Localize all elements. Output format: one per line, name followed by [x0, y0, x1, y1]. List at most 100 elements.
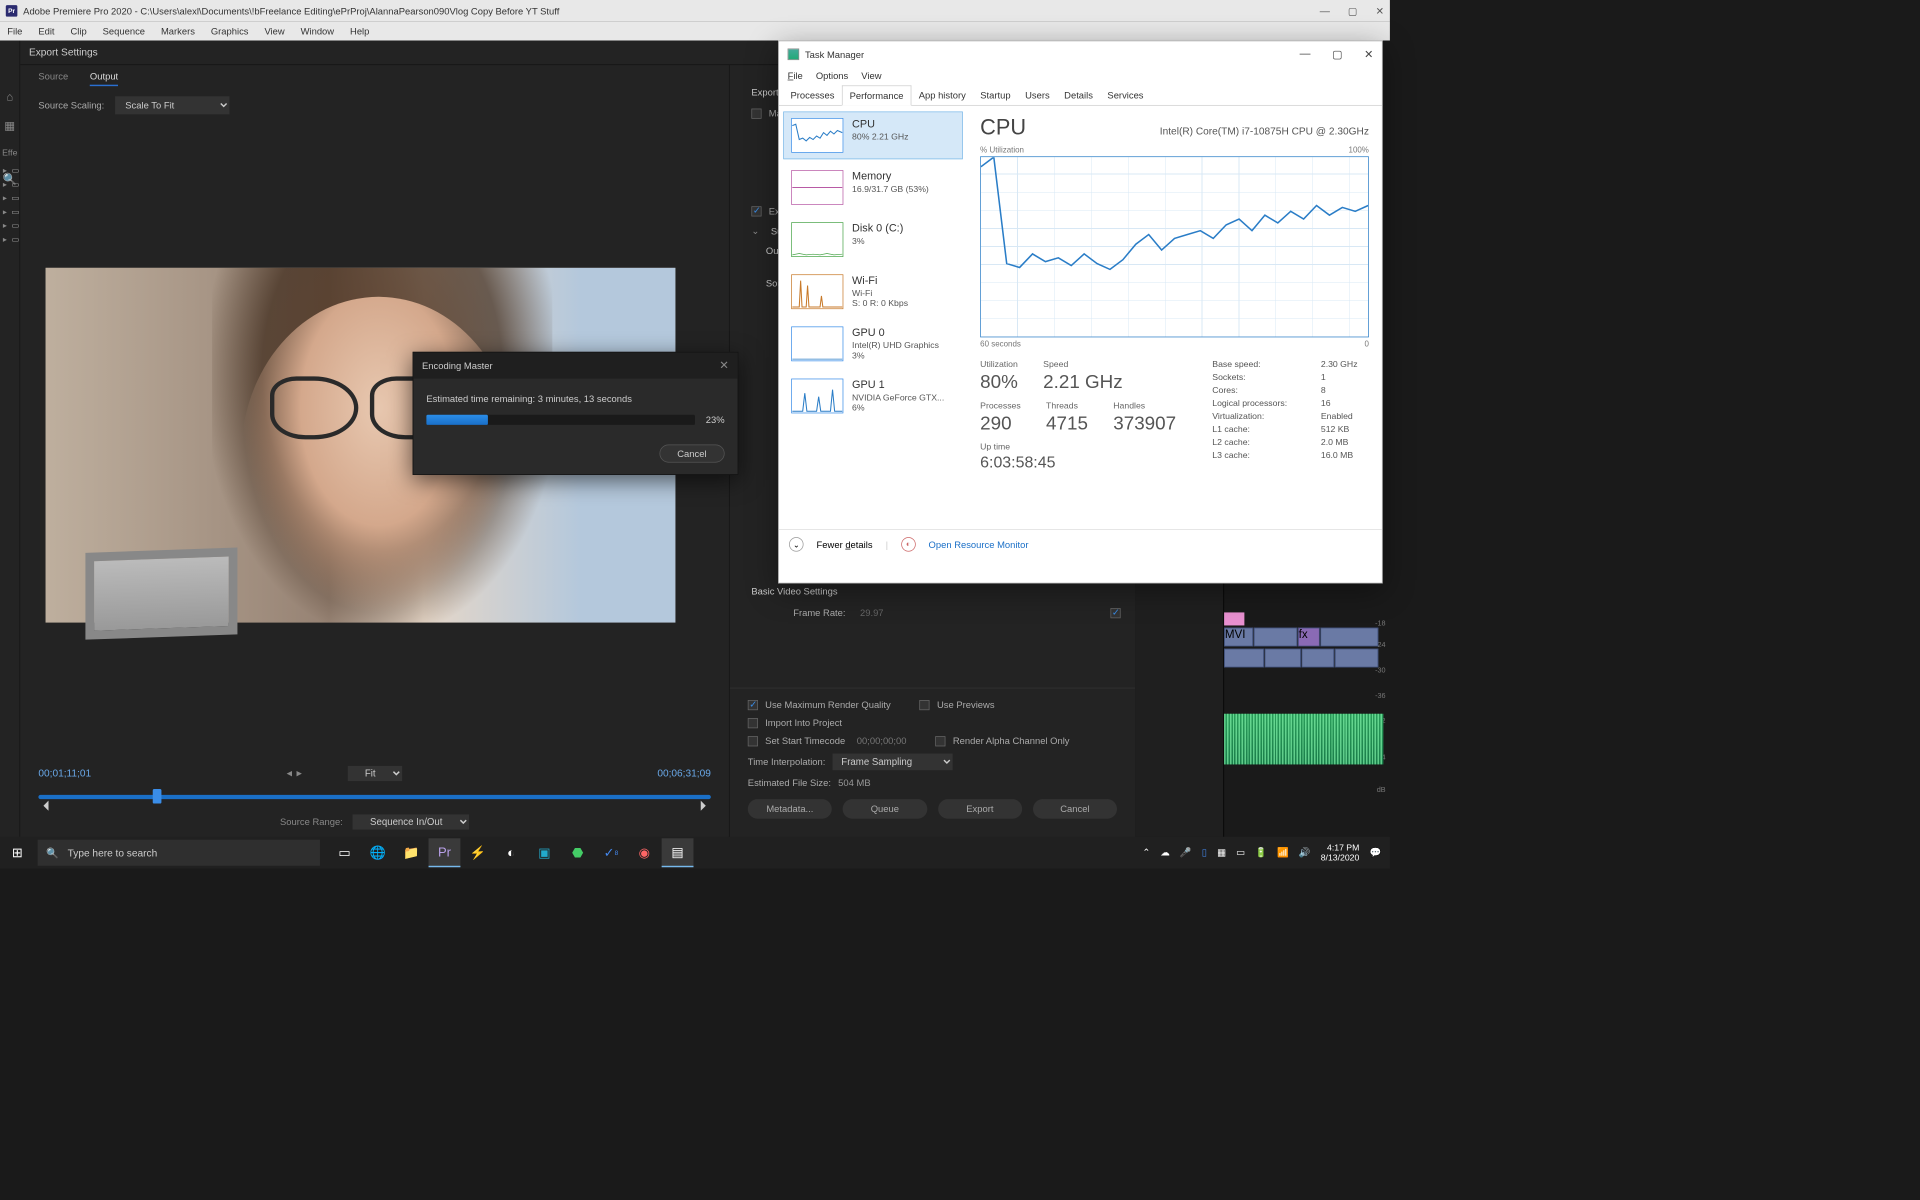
import-project-check[interactable]	[748, 718, 758, 728]
tray-icon-1[interactable]: 🎤	[1180, 847, 1192, 859]
tm-side-cpu[interactable]: CPU80% 2.21 GHz	[783, 111, 963, 159]
premiere-taskbar-icon[interactable]: Pr	[429, 838, 461, 867]
app-icon-4[interactable]: ⬣	[562, 838, 594, 867]
open-resource-monitor[interactable]: Open Resource Monitor	[929, 539, 1029, 550]
source-scaling-label: Source Scaling:	[38, 100, 104, 111]
tm-menu-file[interactable]: File	[788, 70, 803, 81]
battery-icon[interactable]: 🔋	[1255, 847, 1267, 859]
taskmgr-taskbar-icon[interactable]: ▤	[662, 838, 694, 867]
taskbar-search[interactable]: 🔍 Type here to search	[38, 840, 320, 866]
task-view-icon[interactable]: ▭	[329, 838, 361, 867]
menu-edit[interactable]: Edit	[38, 26, 54, 37]
menu-window[interactable]: Window	[301, 26, 334, 37]
tm-cpu-graph[interactable]	[980, 156, 1369, 337]
video-track-1[interactable]	[1224, 649, 1383, 668]
tm-side-disk[interactable]: Disk 0 (C:)3%	[783, 216, 963, 264]
fewer-details-icon[interactable]: ⌄	[789, 537, 803, 551]
render-alpha-check[interactable]	[935, 736, 945, 746]
window-min-icon[interactable]: —	[1320, 5, 1330, 17]
notifications-icon[interactable]: 💬	[1369, 847, 1381, 859]
timecode-in[interactable]: 00;01;11;01	[38, 767, 91, 779]
use-previews-check[interactable]	[920, 700, 930, 710]
tm-min-icon[interactable]: —	[1300, 48, 1311, 61]
app-icon-2[interactable]: ◐	[495, 838, 527, 867]
encoding-dialog: Encoding Master ✕ Estimated time remaini…	[413, 352, 739, 475]
explorer-icon[interactable]: 📁	[395, 838, 427, 867]
metadata-button[interactable]: Metadata...	[748, 799, 832, 819]
taskbar-clock[interactable]: 4:17 PM8/13/2020	[1321, 842, 1360, 863]
start-button[interactable]: ⊞	[0, 845, 35, 860]
wifi-icon[interactable]: 📶	[1277, 847, 1289, 859]
timecode-out[interactable]: 00;06;31;09	[657, 767, 711, 779]
marker-clip[interactable]	[1224, 612, 1244, 625]
encoding-cancel-button[interactable]: Cancel	[659, 444, 724, 462]
window-close-icon[interactable]: ✕	[1376, 5, 1384, 17]
zoom-fit-select[interactable]: Fit	[347, 766, 401, 781]
scrub-bar[interactable]	[38, 788, 711, 802]
system-tray: ⌃ ☁ 🎤 ▯ ▦ ▭ 🔋 📶 🔊 4:17 PM8/13/2020 💬	[1142, 842, 1390, 863]
video-track-2[interactable]: MVI fx	[1224, 628, 1383, 647]
playhead[interactable]	[153, 789, 162, 803]
window-max-icon[interactable]: ▢	[1348, 5, 1358, 17]
tab-output[interactable]: Output	[90, 71, 118, 86]
tm-close-icon[interactable]: ✕	[1364, 48, 1373, 61]
tm-tab-services[interactable]: Services	[1100, 85, 1151, 105]
export-button[interactable]: Export	[938, 799, 1022, 819]
tray-icon-2[interactable]: ▯	[1202, 847, 1207, 859]
home-icon[interactable]: ⌂	[0, 84, 20, 112]
premiere-title-text: Adobe Premiere Pro 2020 - C:\Users\alexl…	[23, 5, 559, 16]
tm-tab-performance[interactable]: Performance	[842, 85, 912, 105]
cancel-button[interactable]: Cancel	[1033, 799, 1117, 819]
fewer-details[interactable]: Fewer details	[817, 539, 873, 550]
tm-uptime-value: 6:03:58:45	[980, 453, 1176, 472]
tm-side-gpu1[interactable]: GPU 1NVIDIA GeForce GTX...6%	[783, 372, 963, 420]
app-icon-1[interactable]: ⚡	[462, 838, 494, 867]
frame-rate-lock-check[interactable]	[1110, 608, 1120, 618]
effects-icon[interactable]: Effe	[0, 140, 20, 165]
queue-button[interactable]: Queue	[843, 799, 927, 819]
match-sequence-check[interactable]	[751, 108, 761, 118]
tray-icon-3[interactable]: ▦	[1217, 847, 1226, 859]
encoding-close-icon[interactable]: ✕	[719, 358, 729, 372]
source-scaling-select[interactable]: Scale To Fit	[115, 96, 229, 114]
chrome-icon[interactable]: 🌐	[362, 838, 394, 867]
tm-x-left: 60 seconds	[980, 340, 1021, 349]
est-size-value: 504 MB	[838, 777, 870, 788]
use-max-quality-check[interactable]	[748, 700, 758, 710]
use-max-quality-label: Use Maximum Render Quality	[765, 699, 891, 710]
export-video-check[interactable]	[751, 206, 761, 216]
creative-cloud-icon[interactable]: ◉	[628, 838, 660, 867]
tm-max-icon[interactable]: ▢	[1332, 48, 1342, 61]
tm-tab-details[interactable]: Details	[1057, 85, 1100, 105]
assembly-icon[interactable]: ▦	[0, 111, 20, 140]
tm-side-wifi[interactable]: Wi-FiWi-FiS: 0 R: 0 Kbps	[783, 268, 963, 316]
app-icon-3[interactable]: ▣	[528, 838, 560, 867]
tm-side-gpu0[interactable]: GPU 0Intel(R) UHD Graphics3%	[783, 320, 963, 368]
onedrive-icon[interactable]: ☁	[1160, 847, 1169, 859]
premiere-menubar: File Edit Clip Sequence Markers Graphics…	[0, 22, 1390, 41]
tm-tab-apphistory[interactable]: App history	[911, 85, 973, 105]
tm-side-memory[interactable]: Memory16.9/31.7 GB (53%)	[783, 164, 963, 212]
tab-source[interactable]: Source	[38, 71, 68, 86]
menu-view[interactable]: View	[264, 26, 284, 37]
time-interp-select[interactable]: Frame Sampling	[833, 754, 953, 771]
audio-track[interactable]	[1224, 714, 1383, 765]
menu-markers[interactable]: Markers	[161, 26, 195, 37]
frame-rate-label: Frame Rate:	[751, 607, 852, 618]
menu-file[interactable]: File	[7, 26, 22, 37]
menu-help[interactable]: Help	[350, 26, 369, 37]
menu-graphics[interactable]: Graphics	[211, 26, 249, 37]
volume-icon[interactable]: 🔊	[1299, 847, 1311, 859]
tm-tab-startup[interactable]: Startup	[973, 85, 1018, 105]
tm-menu-options[interactable]: Options	[816, 70, 848, 81]
source-range-select[interactable]: Sequence In/Out	[353, 814, 470, 829]
set-start-tc-check[interactable]	[748, 736, 758, 746]
tray-icon-4[interactable]: ▭	[1236, 847, 1245, 859]
tm-tab-users[interactable]: Users	[1018, 85, 1057, 105]
menu-sequence[interactable]: Sequence	[103, 26, 145, 37]
tm-tab-processes[interactable]: Processes	[783, 85, 841, 105]
app-icon-5[interactable]: ✓8	[595, 838, 627, 867]
tray-chevron-icon[interactable]: ⌃	[1142, 847, 1150, 859]
tm-menu-view[interactable]: View	[861, 70, 881, 81]
menu-clip[interactable]: Clip	[70, 26, 86, 37]
